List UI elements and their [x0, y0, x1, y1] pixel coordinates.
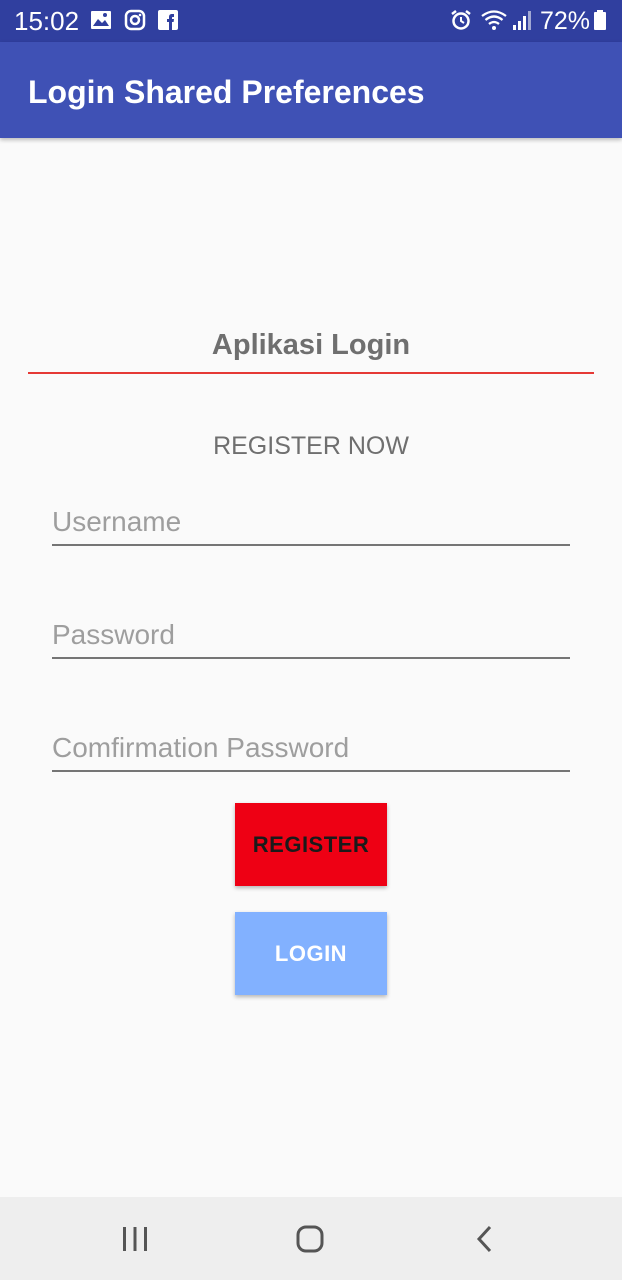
app-bar: Login Shared Preferences: [0, 42, 622, 138]
facebook-icon: [157, 9, 179, 31]
back-icon[interactable]: [460, 1215, 508, 1263]
register-subheading: REGISTER NOW: [213, 432, 409, 460]
signal-icon: [511, 9, 533, 31]
password-input[interactable]: [52, 613, 570, 659]
confirm-password-input[interactable]: [52, 726, 570, 772]
battery-icon: [593, 9, 607, 31]
recent-apps-icon[interactable]: [111, 1215, 159, 1263]
instagram-icon: [124, 9, 146, 31]
navigation-bar: [0, 1197, 622, 1280]
gallery-icon: [90, 9, 112, 31]
wifi-icon: [481, 9, 507, 31]
home-icon[interactable]: [286, 1215, 334, 1263]
heading-divider: [28, 372, 594, 374]
login-button[interactable]: LOGIN: [235, 912, 387, 995]
page-heading: Aplikasi Login: [211, 329, 411, 361]
alarm-icon: [450, 9, 472, 31]
register-button[interactable]: REGISTER: [235, 803, 387, 886]
status-bar: 15:02 72%: [0, 0, 622, 42]
app-title: Login Shared Preferences: [28, 74, 425, 110]
battery-percent: 72%: [540, 7, 591, 35]
status-time: 15:02: [14, 6, 80, 36]
username-input[interactable]: [52, 500, 570, 546]
